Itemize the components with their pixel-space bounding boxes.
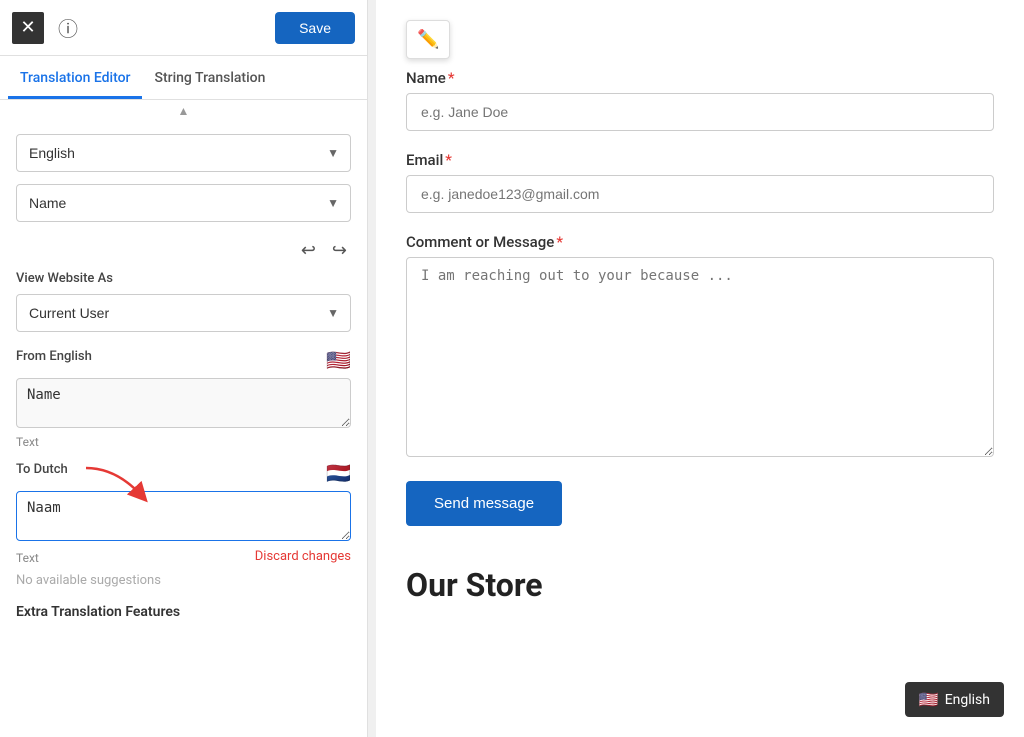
top-bar: ✕ ⓘ Save <box>0 0 367 56</box>
tab-translation-editor[interactable]: Translation Editor <box>8 56 142 99</box>
to-label: To Dutch <box>16 462 68 477</box>
from-label: From English <box>16 349 92 364</box>
to-section: To Dutch 🇳🇱 Naam Text Discard chang <box>16 461 351 565</box>
name-input[interactable] <box>406 93 994 131</box>
form-section: Name* Email* Comment or Message* Send me… <box>406 69 994 556</box>
email-input[interactable] <box>406 175 994 213</box>
panel-body: English Dutch French German ▼ Name Email… <box>0 122 367 737</box>
edit-pencil-button[interactable]: ✏️ <box>406 20 450 59</box>
language-dropdown-field: English Dutch French German ▼ <box>16 134 351 172</box>
language-selector-bar[interactable]: 🇺🇸 English <box>905 682 1004 717</box>
email-required-star: * <box>445 151 452 169</box>
suggestions-text: No available suggestions <box>16 573 351 588</box>
tab-string-translation[interactable]: String Translation <box>142 56 277 99</box>
view-as-select[interactable]: Current User Guest Admin <box>16 294 351 332</box>
undo-redo-bar: ↩ ↪ <box>16 234 351 271</box>
message-required-star: * <box>556 233 563 251</box>
send-message-button[interactable]: Send message <box>406 481 562 526</box>
discard-changes-link[interactable]: Discard changes <box>255 549 351 564</box>
view-as-dropdown: Current User Guest Admin ▼ <box>16 294 351 332</box>
right-panel: ✏️ Name* Email* Comment or Message* Send… <box>376 0 1024 737</box>
arrow-container: Naam <box>16 491 351 545</box>
lang-label: English <box>945 692 990 708</box>
message-label: Comment or Message* <box>406 233 994 251</box>
to-header: To Dutch 🇳🇱 <box>16 461 351 485</box>
from-header: From English 🇺🇸 <box>16 348 351 372</box>
from-section: From English 🇺🇸 Name Text <box>16 348 351 449</box>
our-store-heading: Our Store <box>406 566 994 604</box>
from-flag: 🇺🇸 <box>326 348 351 372</box>
left-panel: ✕ ⓘ Save Translation Editor String Trans… <box>0 0 368 737</box>
message-form-group: Comment or Message* <box>406 233 994 461</box>
edit-icon-container: ✏️ <box>406 20 450 59</box>
close-button[interactable]: ✕ <box>12 12 44 44</box>
view-as-section: View Website As Current User Guest Admin… <box>16 271 351 332</box>
name-required-star: * <box>448 69 455 87</box>
view-as-label: View Website As <box>16 271 351 286</box>
panel-divider <box>368 0 376 737</box>
to-field-type: Text <box>16 551 39 565</box>
to-translation-box[interactable]: Naam <box>16 491 351 541</box>
name-label: Name* <box>406 69 994 87</box>
undo-button[interactable]: ↩ <box>297 238 320 263</box>
language-select[interactable]: English Dutch French German <box>16 134 351 172</box>
redo-button[interactable]: ↪ <box>328 238 351 263</box>
scroll-up-indicator: ▲ <box>0 100 367 122</box>
info-button[interactable]: ⓘ <box>52 12 84 44</box>
to-flag: 🇳🇱 <box>326 461 351 485</box>
extra-features-label: Extra Translation Features <box>16 604 351 620</box>
from-field-type: Text <box>16 435 351 449</box>
from-translation-box[interactable]: Name <box>16 378 351 428</box>
message-textarea[interactable] <box>406 257 994 457</box>
lang-flag: 🇺🇸 <box>919 690 939 709</box>
string-dropdown-field: Name Email Comment or Message ▼ <box>16 184 351 222</box>
save-button[interactable]: Save <box>275 12 355 44</box>
email-label: Email* <box>406 151 994 169</box>
tabs-bar: Translation Editor String Translation <box>0 56 367 100</box>
string-select[interactable]: Name Email Comment or Message <box>16 184 351 222</box>
name-form-group: Name* <box>406 69 994 131</box>
email-form-group: Email* <box>406 151 994 213</box>
